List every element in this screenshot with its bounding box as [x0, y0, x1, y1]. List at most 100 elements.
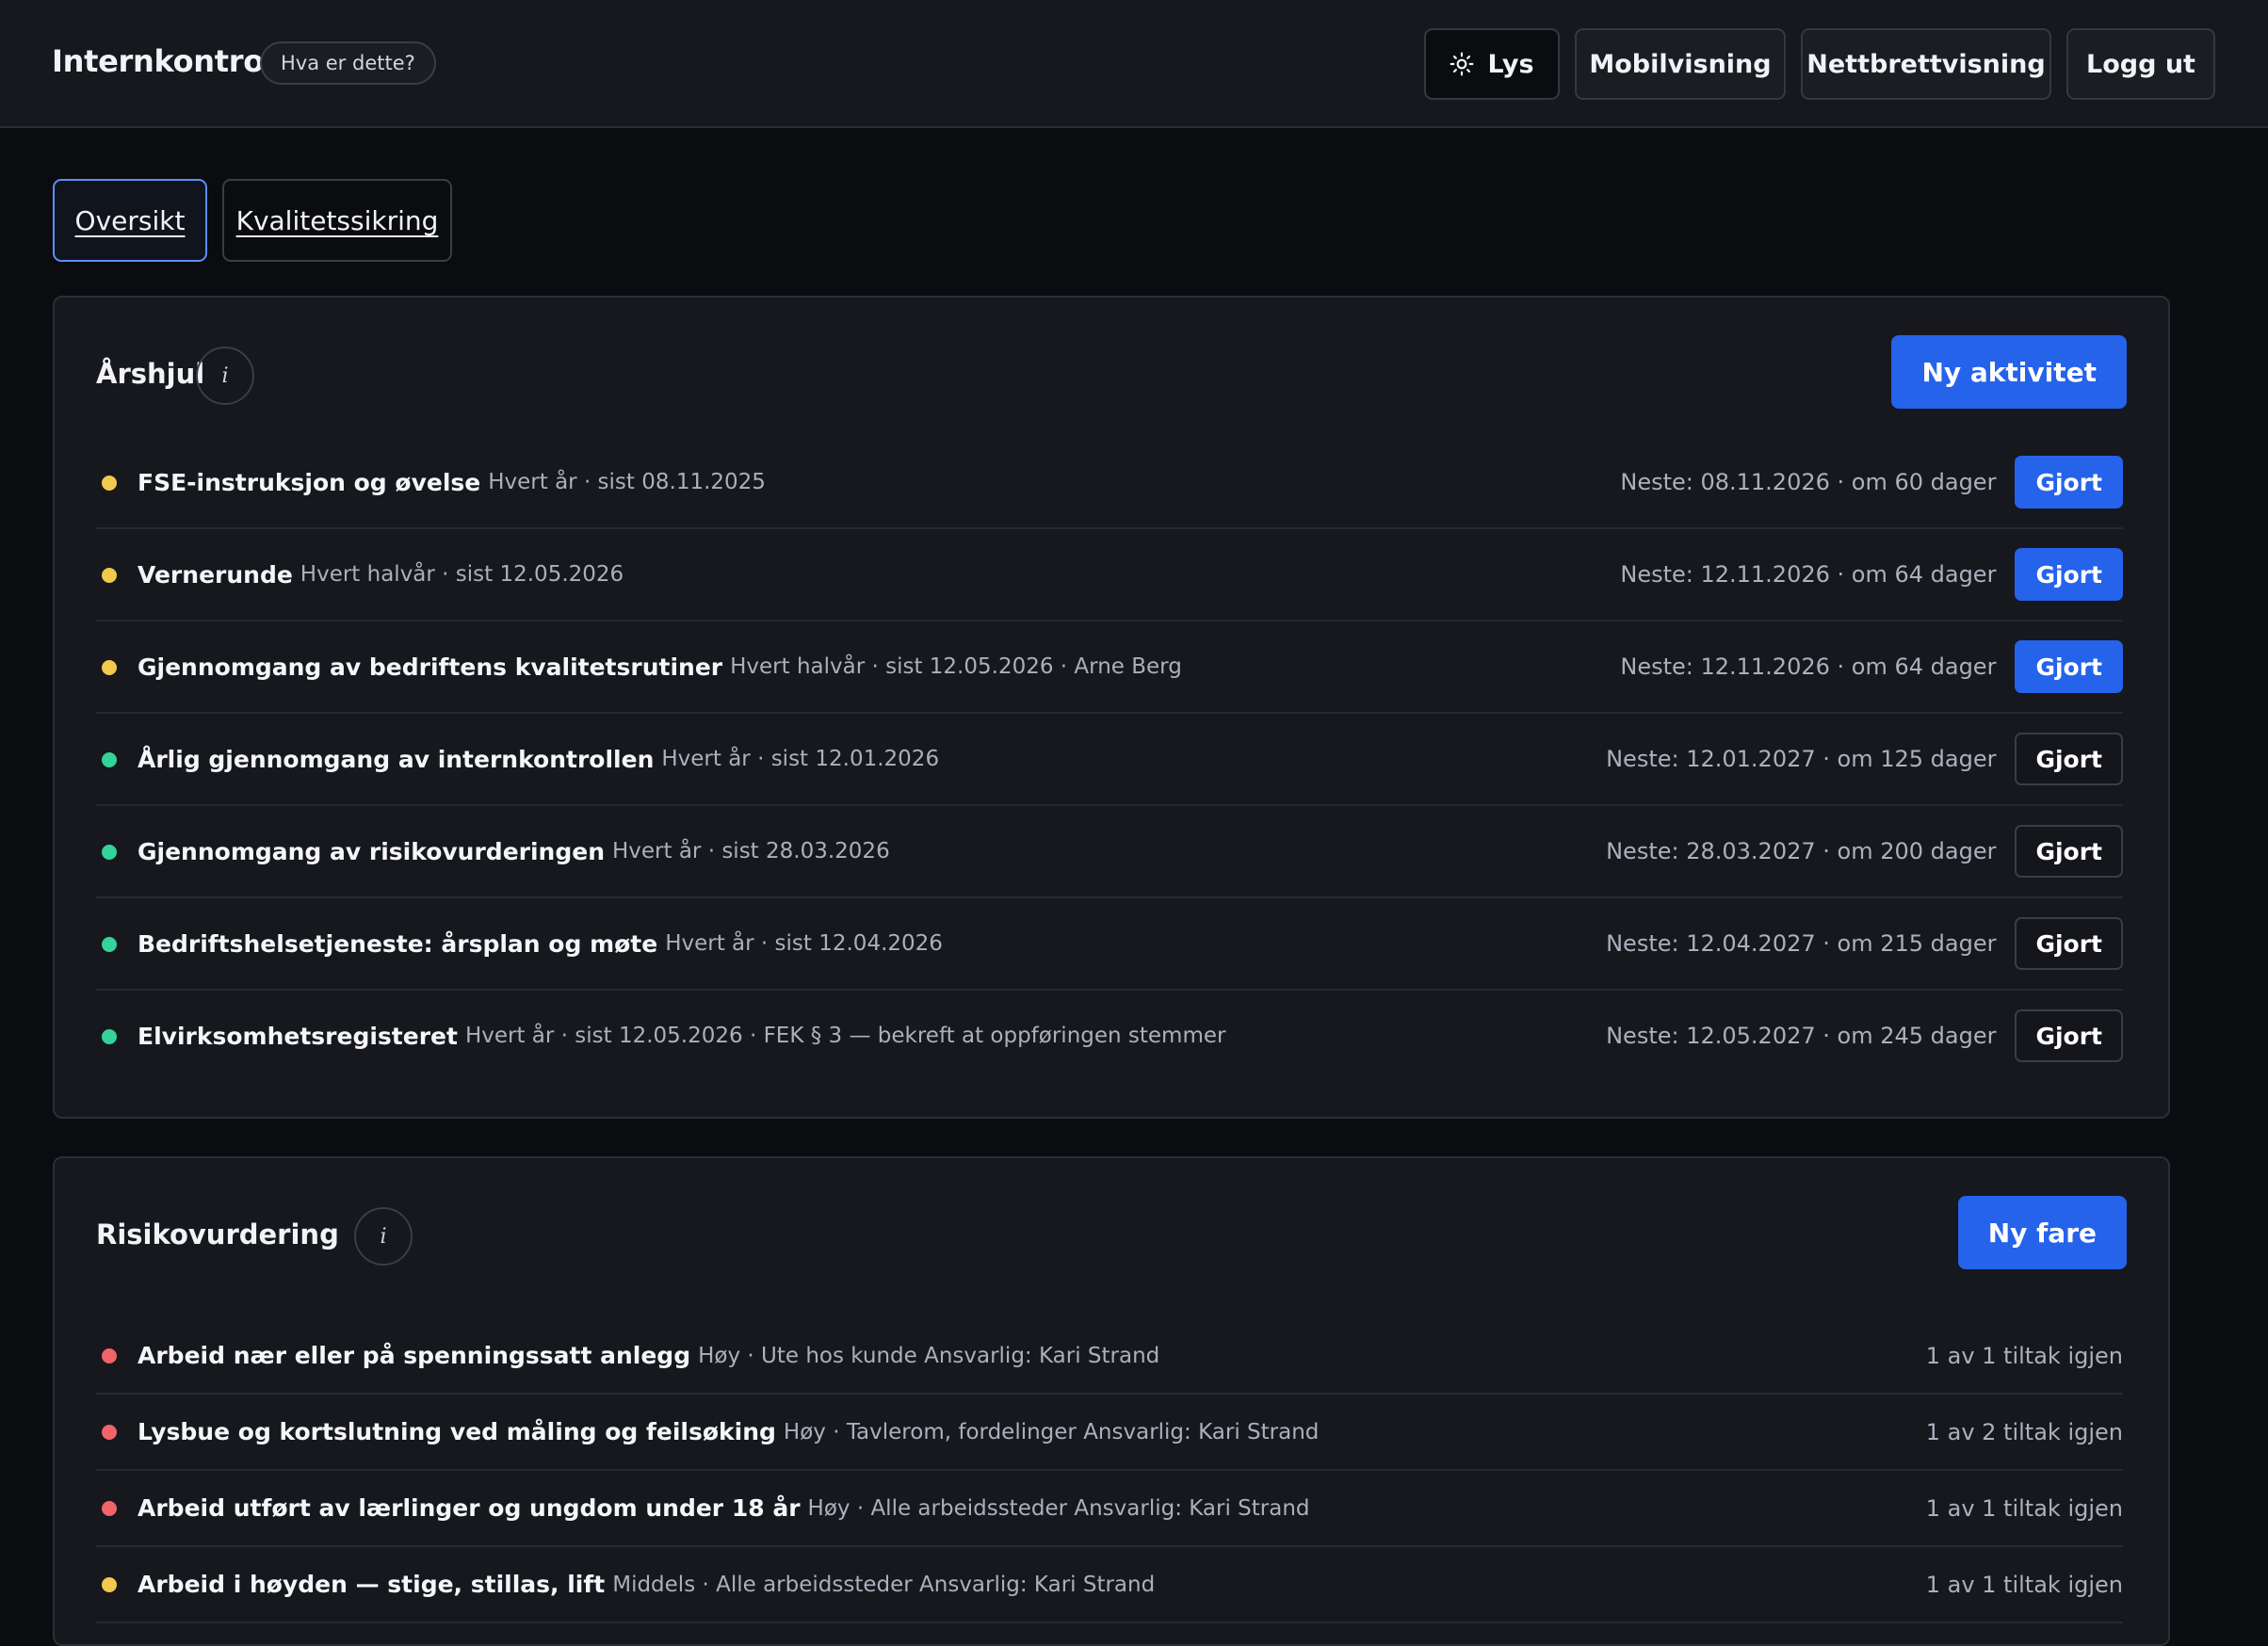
activity-row: Årlig gjennomgang av internkontrollen Hve… — [96, 714, 2123, 806]
risk-level-dot — [102, 1501, 117, 1516]
activity-info: FSE-instruksjon og øvelse Hvert år · sist… — [138, 437, 766, 527]
next-due: Neste: 12.11.2026 · om 64 dager — [1620, 561, 1997, 588]
mobile-view-button[interactable]: Mobilvisning — [1575, 28, 1786, 100]
status-dot — [102, 845, 117, 860]
tablet-view-button[interactable]: Nettbrettvisning — [1801, 28, 2051, 100]
activity-row: Elvirksomhetsregisteret Hvert år · sist 1… — [96, 991, 2123, 1083]
activity-actions: Neste: 12.05.2027 · om 245 dager Gjort — [1606, 991, 2123, 1081]
hazard-meta: Høy · Ute hos kunde Ansvarlig: Kari Stra… — [698, 1343, 1160, 1368]
activity-title: Gjennomgang av risikovurderingen — [138, 837, 605, 865]
next-due: Neste: 12.01.2027 · om 125 dager — [1606, 746, 1997, 772]
status-dot — [102, 568, 117, 583]
new-hazard-button[interactable]: Ny fare — [1957, 1196, 2127, 1269]
help-button[interactable]: Hva er dette? — [260, 41, 436, 85]
activity-meta: Hvert år · sist 28.03.2026 — [612, 839, 890, 863]
activity-actions: Neste: 12.01.2027 · om 125 dager Gjort — [1606, 714, 2123, 804]
status-dot — [102, 937, 117, 952]
status-dot — [102, 752, 117, 767]
hazard-status: 1 av 2 tiltak igjen — [1926, 1395, 2123, 1469]
activity-actions: Neste: 12.11.2026 · om 64 dager Gjort — [1620, 621, 2123, 712]
arshjul-header: Årshjul i Ny aktivitet — [96, 335, 2127, 411]
risiko-title: Risikovurdering — [96, 1218, 339, 1251]
theme-toggle-button[interactable]: Lys — [1424, 28, 1560, 100]
done-button[interactable]: Gjort — [2015, 548, 2123, 601]
info-icon[interactable]: i — [196, 347, 254, 405]
activity-meta: Hvert år · sist 12.01.2026 — [661, 747, 940, 771]
arshjul-title: Årshjul — [96, 358, 205, 390]
hazard-meta: Middels · Alle arbeidssteder Ansvarlig: … — [612, 1572, 1156, 1597]
done-button[interactable]: Gjort — [2015, 825, 2123, 878]
activity-meta: Hvert år · sist 12.05.2026 · FEK § 3 — b… — [464, 1024, 1226, 1048]
done-button[interactable]: Gjort — [2015, 1009, 2123, 1062]
arshjul-card: Årshjul i Ny aktivitet FSE-instruksjon o… — [53, 296, 2170, 1119]
measures-remaining: 1 av 1 tiltak igjen — [1925, 1494, 2123, 1522]
activity-info: Årlig gjennomgang av internkontrollen Hve… — [138, 714, 939, 804]
tab-kvalitetssikring[interactable]: Kvalitetssikring — [222, 179, 452, 262]
activity-row: Bedriftshelsetjeneste: årsplan og møte Hv… — [96, 898, 2123, 991]
activity-info: Elvirksomhetsregisteret Hvert år · sist 1… — [138, 991, 1225, 1081]
hazard-row[interactable]: Arbeid utført av lærlinger og ungdom und… — [96, 1471, 2123, 1547]
done-button[interactable]: Gjort — [2015, 733, 2123, 785]
hazard-info: Arbeid utført av lærlinger og ungdom und… — [138, 1471, 1310, 1545]
activity-meta: Hvert år · sist 12.04.2026 — [665, 931, 943, 956]
risk-level-dot — [102, 1577, 117, 1592]
hazard-info: Arbeid i høyden — stige, stillas, lift Mi… — [138, 1547, 1155, 1622]
activity-row: Gjennomgang av risikovurderingen Hvert år… — [96, 806, 2123, 898]
activity-title: Gjennomgang av bedriftens kvalitetsrutin… — [138, 653, 723, 681]
activity-info: Bedriftshelsetjeneste: årsplan og møte Hv… — [138, 898, 943, 989]
info-icon[interactable]: i — [354, 1207, 413, 1266]
hazard-row[interactable]: Arbeid nær eller på spenningssatt anlegg… — [96, 1318, 2123, 1395]
risk-level-dot — [102, 1425, 117, 1440]
hazard-row[interactable]: Lysbue og kortslutning ved måling og fei… — [96, 1395, 2123, 1471]
activity-title: Elvirksomhetsregisteret — [138, 1022, 458, 1050]
activity-info: Gjennomgang av bedriftens kvalitetsrutin… — [138, 621, 1182, 712]
next-due: Neste: 28.03.2027 · om 200 dager — [1606, 838, 1997, 864]
app-title: Internkontroll — [52, 43, 284, 79]
activity-actions: Neste: 28.03.2027 · om 200 dager Gjort — [1606, 806, 2123, 896]
activity-actions: Neste: 12.11.2026 · om 64 dager Gjort — [1620, 529, 2123, 620]
top-bar: Internkontroll Hva er dette? Lys Mobilvi… — [0, 0, 2268, 128]
hazard-status: 1 av 1 tiltak igjen — [1926, 1318, 2123, 1393]
status-dot — [102, 1029, 117, 1044]
measures-remaining: 1 av 1 tiltak igjen — [1925, 1571, 2123, 1598]
tab-oversikt[interactable]: Oversikt — [53, 179, 207, 262]
hazard-meta: Høy · Alle arbeidssteder Ansvarlig: Kari… — [807, 1495, 1310, 1521]
activity-info: Vernerunde Hvert halvår · sist 12.05.2026 — [138, 529, 624, 620]
hazard-title: Lysbue og kortslutning ved måling og fei… — [138, 1418, 776, 1445]
hazard-status: 1 av 1 tiltak igjen — [1926, 1471, 2123, 1545]
logout-button[interactable]: Logg ut — [2066, 28, 2215, 100]
sun-icon — [1450, 52, 1474, 76]
hazard-row[interactable]: Arbeid i høyden — stige, stillas, lift Mi… — [96, 1547, 2123, 1623]
next-due: Neste: 12.11.2026 · om 64 dager — [1620, 654, 1997, 680]
activity-meta: Hvert halvår · sist 12.05.2026 — [300, 562, 624, 587]
activity-row: FSE-instruksjon og øvelse Hvert år · sist… — [96, 437, 2123, 529]
status-dot — [102, 660, 117, 675]
activity-row: Gjennomgang av bedriftens kvalitetsrutin… — [96, 621, 2123, 714]
done-button[interactable]: Gjort — [2015, 456, 2123, 508]
activity-title: FSE-instruksjon og øvelse — [138, 468, 481, 496]
hazard-title: Arbeid utført av lærlinger og ungdom und… — [138, 1494, 801, 1522]
hazard-title: Arbeid nær eller på spenningssatt anlegg — [138, 1342, 691, 1369]
status-dot — [102, 476, 117, 491]
hazard-info: Lysbue og kortslutning ved måling og fei… — [138, 1395, 1319, 1469]
activity-meta: Hvert halvår · sist 12.05.2026 · Arne Be… — [730, 654, 1182, 679]
measures-remaining: 1 av 1 tiltak igjen — [1925, 1342, 2123, 1369]
next-due: Neste: 12.05.2027 · om 245 dager — [1606, 1023, 1997, 1049]
measures-remaining: 1 av 2 tiltak igjen — [1925, 1418, 2123, 1445]
risiko-header: Risikovurdering i Ny fare — [96, 1196, 2127, 1271]
activity-title: Vernerunde — [138, 560, 293, 589]
activity-meta: Hvert år · sist 08.11.2025 — [488, 470, 766, 494]
hazard-meta: Høy · Tavlerom, fordelinger Ansvarlig: K… — [783, 1419, 1320, 1444]
activity-actions: Neste: 12.04.2027 · om 215 dager Gjort — [1606, 898, 2123, 989]
hazard-info: Arbeid nær eller på spenningssatt anlegg… — [138, 1318, 1159, 1393]
hazard-title: Arbeid i høyden — stige, stillas, lift — [138, 1571, 606, 1598]
risk-level-dot — [102, 1348, 117, 1364]
next-due: Neste: 08.11.2026 · om 60 dager — [1620, 469, 1997, 495]
new-activity-button[interactable]: Ny aktivitet — [1891, 335, 2127, 409]
hazard-status: 1 av 1 tiltak igjen — [1926, 1547, 2123, 1622]
done-button[interactable]: Gjort — [2015, 640, 2123, 693]
activity-row: Vernerunde Hvert halvår · sist 12.05.2026… — [96, 529, 2123, 621]
done-button[interactable]: Gjort — [2015, 917, 2123, 970]
next-due: Neste: 12.04.2027 · om 215 dager — [1606, 930, 1997, 957]
risiko-card: Risikovurdering i Ny fare Arbeid nær ell… — [53, 1156, 2170, 1646]
